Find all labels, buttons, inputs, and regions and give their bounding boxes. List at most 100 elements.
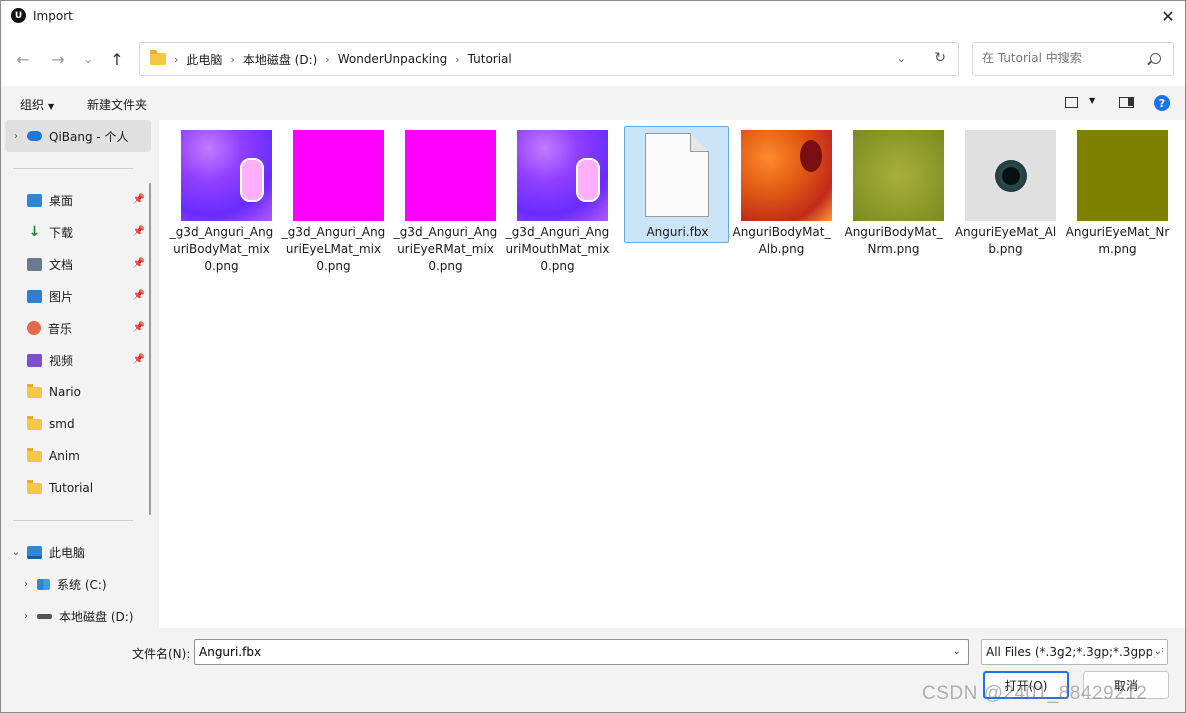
file-item[interactable]: AnguriBodyMat_Alb.png [729,126,834,276]
sidebar-item-label: Tutorial [49,481,94,495]
folder-icon [150,50,166,65]
filetype-value: All Files (*.3g2;*.3gp;*.3gpp;* [986,645,1164,659]
windows-drive-icon [37,578,50,590]
new-folder-button[interactable]: 新建文件夹 [87,96,147,113]
chevron-right-icon: › [325,52,330,66]
filename-combobox[interactable]: ⌄ [194,639,969,665]
sidebar-item-label: 视频 [49,353,74,368]
sidebar-item-tutorial[interactable]: Tutorial [5,472,151,504]
sidebar-item-downloads[interactable]: ↓ 下载 📌 [5,216,151,248]
unreal-app-icon: U [11,8,26,23]
sidebar-item-anim[interactable]: Anim [5,440,151,472]
window-title: Import [33,9,73,23]
chevron-down-icon[interactable]: ⌄ [953,646,961,657]
file-item[interactable]: AnguriEyeMat_Nrm.png [1065,126,1170,276]
sidebar-item-label: smd [49,417,75,431]
pin-icon[interactable]: 📌 [133,194,145,205]
address-history-dropdown[interactable]: ⌄ [897,52,906,65]
sidebar-item-this-pc[interactable]: ⌄ 此电脑 [5,536,151,568]
file-item[interactable]: AnguriEyeMat_Alb.png [953,126,1058,276]
breadcrumb-drive-d[interactable]: 本地磁盘 (D:) [243,51,317,68]
sidebar-item-videos[interactable]: 视频 📌 [5,344,151,376]
file-item-selected[interactable]: Anguri.fbx [624,126,729,243]
title-bar: U Import ✕ [1,1,1185,32]
chevron-down-icon[interactable]: ⌄ [5,547,27,558]
chevron-down-icon[interactable]: ⌄ [1151,646,1162,657]
search-box[interactable] [972,42,1174,76]
video-icon [27,353,42,367]
breadcrumb-wonderunpacking[interactable]: WonderUnpacking [338,52,448,66]
chevron-right-icon: › [455,52,460,66]
sidebar-item-drive-c[interactable]: › 系统 (C:) [15,568,158,600]
forward-button[interactable]: → [47,48,69,70]
sidebar-item-pictures[interactable]: 图片 📌 [5,280,151,312]
image-thumbnail [293,130,384,221]
image-thumbnail [405,130,496,221]
search-input[interactable] [982,51,1142,65]
file-name: _g3d_Anguri_AnguriBodyMat_mix0.png [169,225,274,273]
sidebar-item-label: 此电脑 [49,545,86,560]
pin-icon[interactable]: 📌 [133,258,145,269]
file-item[interactable]: _g3d_Anguri_AnguriBodyMat_mix0.png [169,126,274,276]
import-dialog: U Import ✕ ← → ⌄ ↑ › 此电脑 › 本地磁盘 (D:) › W… [0,0,1186,713]
pin-icon[interactable]: 📌 [133,290,145,301]
chevron-right-icon[interactable]: › [15,611,37,622]
sidebar-item-label: 本地磁盘 (D:) [59,609,134,624]
caret-down-icon[interactable]: ▼ [1089,96,1095,105]
file-list: _g3d_Anguri_AnguriBodyMat_mix0.png _g3d_… [159,120,1185,628]
sidebar-item-nario[interactable]: Nario [5,376,151,408]
file-item[interactable]: AnguriBodyMat_Nrm.png [841,126,946,276]
image-thumbnail [517,130,608,221]
sidebar-item-label: 下载 [49,225,74,240]
image-thumbnail [181,130,272,221]
preview-pane-icon[interactable] [1119,97,1134,108]
command-bar: 组织 ▼ 新建文件夹 ▼ ? [1,86,1185,120]
sidebar-item-label: 图片 [49,289,74,304]
sidebar-item-documents[interactable]: 文档 📌 [5,248,151,280]
dialog-footer: 文件名(N): ⌄ All Files (*.3g2;*.3gp;*.3gpp;… [1,628,1185,712]
file-name: _g3d_Anguri_AnguriEyeLMat_mix0.png [281,225,386,273]
folder-icon [27,479,42,494]
pin-icon[interactable]: 📌 [133,354,145,365]
sidebar-item-label: 文档 [49,257,74,272]
recent-locations-button[interactable]: ⌄ [77,48,99,70]
breadcrumb-this-pc[interactable]: 此电脑 [186,51,222,68]
music-icon [27,321,41,335]
desktop-icon [27,193,42,207]
image-thumbnail [965,130,1056,221]
address-bar[interactable]: › 此电脑 › 本地磁盘 (D:) › WonderUnpacking › Tu… [139,42,959,76]
chevron-right-icon[interactable]: › [15,579,37,590]
sidebar-scrollbar[interactable] [149,183,151,515]
file-name: AnguriBodyMat_Alb.png [732,225,831,256]
sidebar-item-smd[interactable]: smd [5,408,151,440]
sidebar-item-drive-d[interactable]: › 本地磁盘 (D:) [15,600,158,628]
breadcrumb-tutorial[interactable]: Tutorial [468,52,512,66]
sidebar-item-onedrive[interactable]: › QiBang - 个人 [5,120,151,152]
filetype-select[interactable]: All Files (*.3g2;*.3gp;*.3gpp;* ⌄ [981,639,1168,665]
pictures-icon [27,289,42,303]
file-item[interactable]: _g3d_Anguri_AnguriEyeLMat_mix0.png [281,126,386,276]
close-button[interactable]: ✕ [1151,1,1185,32]
file-item[interactable]: _g3d_Anguri_AnguriMouthMat_mix0.png [505,126,610,276]
sidebar-item-label: 桌面 [49,193,74,208]
search-icon[interactable] [1150,53,1161,64]
watermark: CSDN @2401_88429212 [922,683,1148,704]
organize-label: 组织 [20,98,45,112]
pin-icon[interactable]: 📌 [133,322,145,333]
up-button[interactable]: ↑ [106,48,128,70]
file-name: _g3d_Anguri_AnguriMouthMat_mix0.png [505,225,610,273]
file-name: _g3d_Anguri_AnguriEyeRMat_mix0.png [393,225,498,273]
back-button[interactable]: ← [12,48,34,70]
organize-button[interactable]: 组织 ▼ [20,96,54,113]
image-thumbnail [1077,130,1168,221]
help-icon[interactable]: ? [1154,95,1170,111]
view-mode-icon[interactable] [1065,97,1078,108]
refresh-icon[interactable]: ↻ [934,50,946,66]
file-item[interactable]: _g3d_Anguri_AnguriEyeRMat_mix0.png [393,126,498,276]
filename-input[interactable] [199,645,939,659]
sidebar-item-desktop[interactable]: 桌面 📌 [5,184,151,216]
chevron-right-icon[interactable]: › [5,131,27,142]
chevron-right-icon: › [174,52,179,66]
sidebar-item-music[interactable]: 音乐 📌 [5,312,151,344]
pin-icon[interactable]: 📌 [133,226,145,237]
